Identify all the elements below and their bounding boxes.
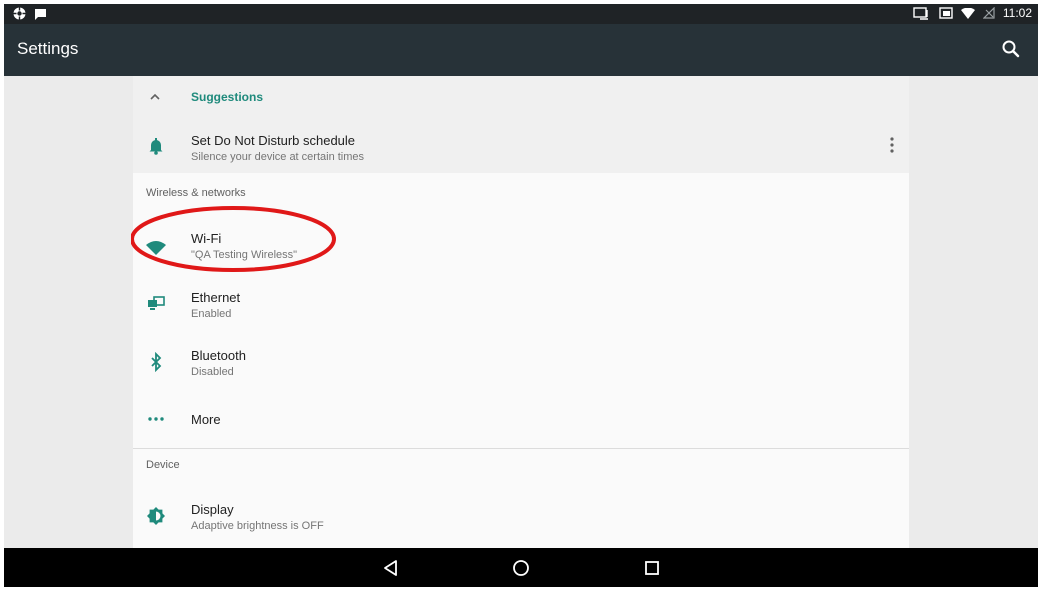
display-item[interactable]: Display Adaptive brightness is OFF (133, 489, 909, 547)
ethernet-icon (146, 294, 166, 314)
cast-screen-icon (939, 7, 953, 19)
section-header-device: Device (146, 459, 180, 471)
back-icon[interactable] (381, 558, 401, 578)
clock-time: 11:02 (1002, 6, 1032, 20)
settings-list: Suggestions Set Do Not Disturb schedule … (133, 76, 909, 548)
suggestions-label: Suggestions (191, 90, 264, 104)
suggestion-title: Set Do Not Disturb schedule (191, 133, 356, 148)
more-item[interactable]: More (133, 393, 909, 445)
suggestion-dnd-item[interactable]: Set Do Not Disturb schedule Silence your… (133, 120, 909, 173)
recents-icon[interactable] (642, 558, 662, 578)
overflow-menu-icon[interactable] (889, 136, 895, 154)
display-title: Display (191, 502, 234, 517)
annotation-ellipse (131, 206, 336, 272)
page-title: Settings (17, 39, 79, 58)
search-icon[interactable] (1000, 38, 1022, 60)
home-icon[interactable] (511, 558, 531, 578)
ethernet-subtitle: Enabled (191, 308, 232, 320)
more-title: More (191, 412, 221, 427)
app-bar: Settings (4, 24, 1038, 76)
bell-icon (146, 136, 166, 156)
wifi-signal-icon (960, 7, 975, 19)
bluetooth-item[interactable]: Bluetooth Disabled (133, 335, 909, 393)
section-header-wireless: Wireless & networks (146, 187, 246, 199)
display-subtitle: Adaptive brightness is OFF (191, 520, 324, 532)
suggestion-subtitle: Silence your device at certain times (191, 151, 365, 163)
ethernet-item[interactable]: Ethernet Enabled (133, 277, 909, 335)
status-bar: 11:02 (4, 4, 1038, 24)
device-screen: 11:02 Settings Suggestions Set Do Not Di… (4, 4, 1038, 587)
no-signal-icon (982, 7, 995, 19)
ethernet-title: Ethernet (191, 290, 241, 305)
more-dots-icon (146, 409, 166, 429)
bluetooth-subtitle: Disabled (191, 366, 234, 378)
bluetooth-icon (146, 351, 166, 373)
brightness-icon (146, 506, 166, 526)
suggestions-header[interactable]: Suggestions (133, 76, 909, 116)
navigation-bar (4, 548, 1038, 587)
settings-gear-icon (13, 7, 26, 20)
chevron-up-icon (149, 89, 161, 107)
cast-icon (913, 6, 931, 20)
section-divider (133, 448, 909, 449)
bluetooth-title: Bluetooth (191, 348, 246, 363)
suggestions-panel: Suggestions Set Do Not Disturb schedule … (133, 76, 909, 173)
message-icon (34, 8, 47, 20)
